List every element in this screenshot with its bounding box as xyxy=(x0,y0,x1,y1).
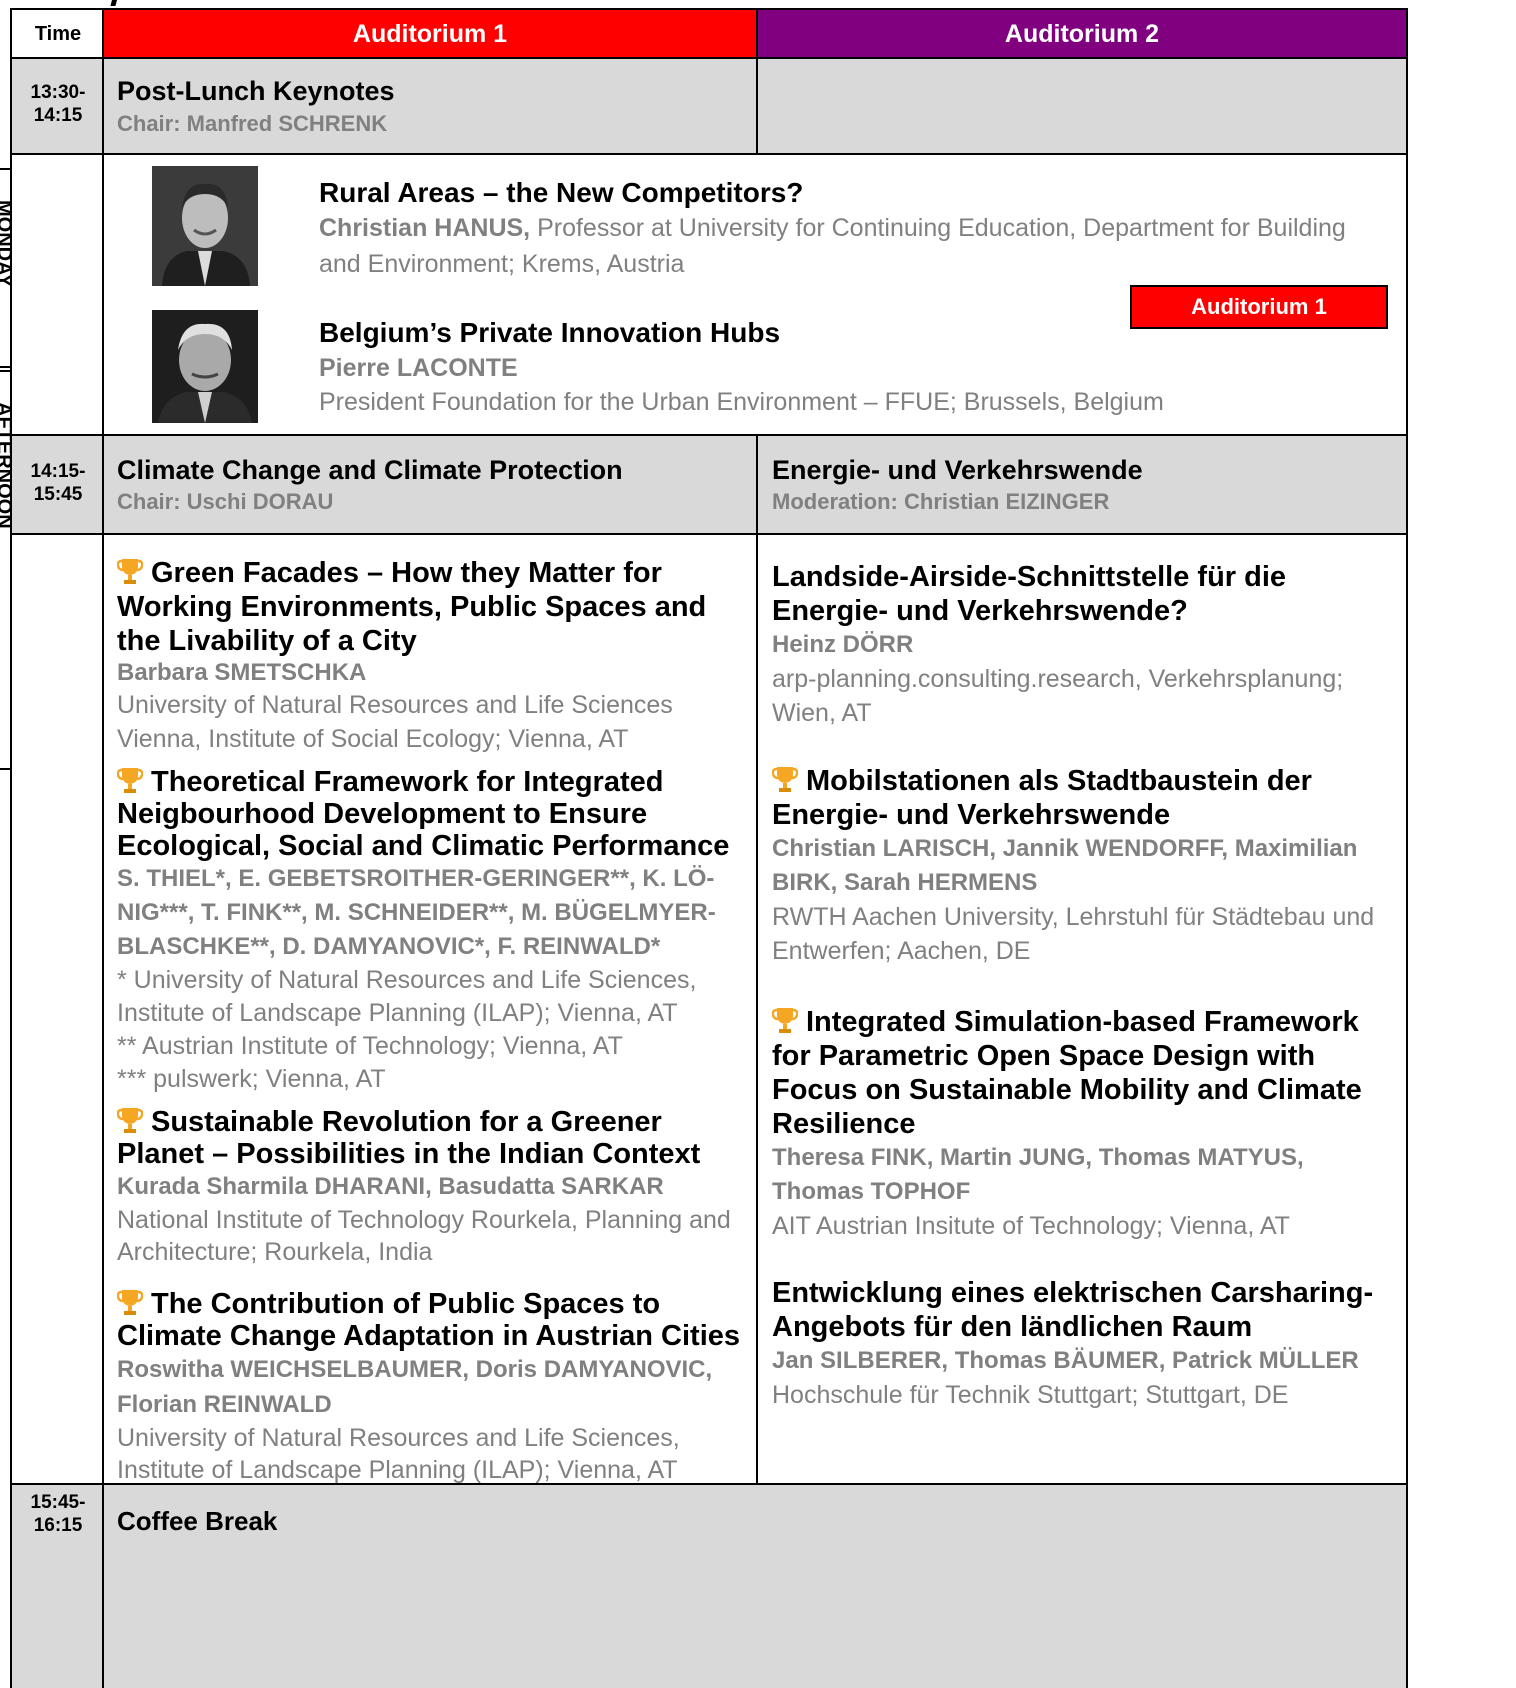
auditorium-1-badge[interactable]: Auditorium 1 xyxy=(1130,285,1388,329)
slot2-left-session-header: Climate Change and Climate Protection Ch… xyxy=(104,435,756,534)
keynote-2-speaker: Pierre LACONTE xyxy=(319,354,518,382)
slot2-time: 14:15- 15:45 xyxy=(30,461,86,505)
trophy-icon xyxy=(117,557,144,585)
slot2-right-session-title: Energie- und Verkehrswende xyxy=(772,455,1143,485)
cropped-heading-fragment xyxy=(100,0,130,8)
trophy-icon xyxy=(117,1288,144,1316)
keynote-1-speaker: Christian HANUS, xyxy=(319,214,531,242)
speaker-photo-laconte xyxy=(152,310,258,423)
keynote-1-title: Rural Areas – the New Competitors? xyxy=(319,177,804,208)
slot3-time: 15:45- 16:15 xyxy=(30,1492,86,1536)
aud1-talk-3: Sustainable Revolution for a Greener Pla… xyxy=(116,1106,731,1266)
slot1-session-title: Post-Lunch Keynotes xyxy=(117,76,395,106)
slot2-left-session-title: Climate Change and Climate Protection xyxy=(117,455,623,485)
aud1-talk-1: Green Facades – How they Matter for Work… xyxy=(117,557,707,753)
slot2-right-session-chair: Moderation: Christian EIZINGER xyxy=(772,489,1110,514)
slot2-right-session-header: Energie- und Verkehrswende Moderation: C… xyxy=(756,435,1408,534)
aud2-talk-1: Landside-Airside-Schnittstelle für die E… xyxy=(772,561,1344,727)
coffee-break-row: Coffee Break xyxy=(104,1484,1408,1688)
slot1-session-chair: Chair: Manfred SCHRENK xyxy=(117,111,388,136)
slot1-session-header: Post-Lunch Keynotes Chair: Manfred SCHRE… xyxy=(104,58,756,154)
aud2-talk-4: Entwicklung eines elektrischen Carsharin… xyxy=(772,1277,1374,1409)
keynote-2-title: Belgium’s Private Innovation Hubs xyxy=(319,317,781,348)
trophy-icon xyxy=(771,765,799,793)
auditorium-2-header: Auditorium 2 xyxy=(756,10,1408,58)
aud1-talk-4: The Contribution of Public Spaces to Cli… xyxy=(117,1288,741,1484)
slot1-aud2-empty xyxy=(756,58,1408,154)
time-column-header: Time xyxy=(34,22,82,45)
speaker-photo-hanus xyxy=(152,166,258,286)
trophy-icon xyxy=(116,766,144,794)
slot2-left-session-chair: Chair: Uschi DORAU xyxy=(117,489,334,514)
aud2-talk-2: Mobilstationen als Stadtbaustein der Ene… xyxy=(771,765,1375,965)
trophy-icon xyxy=(116,1106,144,1134)
aud2-talk-3: Integrated Simulation-based Framework fo… xyxy=(771,1006,1362,1240)
slot1-time: 13:30- 14:15 xyxy=(30,82,86,126)
keynote-1-speaker-info: Christian HANUS, Professor at University… xyxy=(319,210,1389,282)
keynote-2-affiliation: President Foundation for the Urban Envir… xyxy=(319,388,1164,416)
trophy-icon xyxy=(771,1006,799,1034)
aud1-talk-2: Theoretical Framework for Integrated Nei… xyxy=(116,766,730,1093)
auditorium-1-header: Auditorium 1 xyxy=(104,10,756,58)
coffee-break-label: Coffee Break xyxy=(117,1506,278,1536)
